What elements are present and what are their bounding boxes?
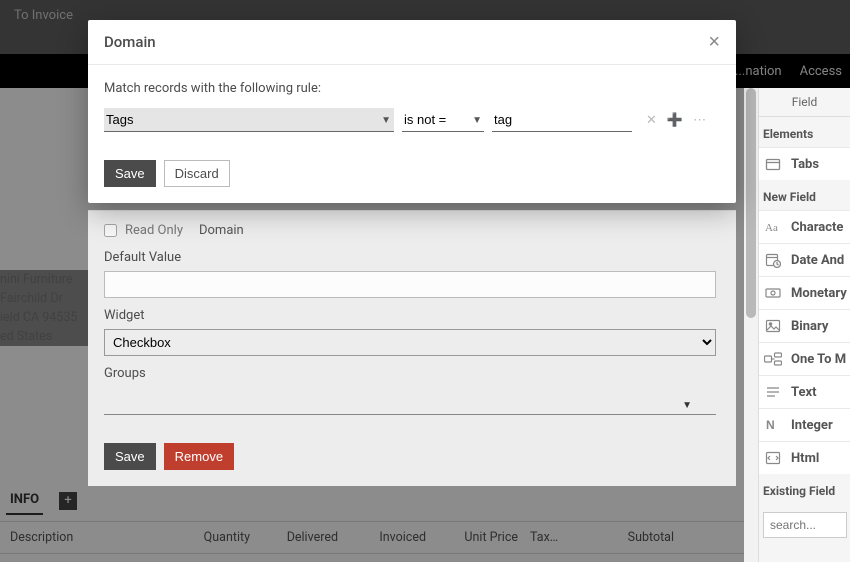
- existing-fields-search[interactable]: [763, 512, 847, 538]
- chevron-down-icon: ▼: [472, 115, 482, 126]
- svg-text:N: N: [766, 418, 775, 432]
- side-label-text: Text: [791, 385, 817, 400]
- character-icon: Aa: [763, 217, 783, 237]
- html-icon: [763, 448, 783, 468]
- svg-text:Aa: Aa: [765, 222, 778, 234]
- side-label-integer: Integer: [791, 418, 833, 433]
- save-properties-button[interactable]: Save: [104, 443, 156, 470]
- side-item-text[interactable]: Text: [759, 375, 850, 408]
- text-icon: [763, 382, 783, 402]
- delete-rule-icon[interactable]: ✕: [646, 113, 657, 128]
- side-label-html: Html: [791, 451, 819, 466]
- one-to-many-icon: [763, 349, 783, 369]
- col-description: Description: [4, 530, 174, 545]
- side-section-newfield: New Field: [759, 180, 850, 210]
- add-tab-button[interactable]: +: [59, 492, 77, 510]
- scrollbar[interactable]: [744, 88, 758, 562]
- plus-icon: +: [64, 493, 71, 508]
- bg-order-lines: INFO + Description Quantity Delivered In…: [0, 480, 758, 554]
- rule-intro: Match records with the following rule:: [104, 81, 720, 96]
- domain-field-input[interactable]: [104, 108, 394, 132]
- widget-label: Widget: [104, 308, 720, 323]
- chevron-down-icon[interactable]: ▼: [381, 115, 391, 126]
- default-value-input[interactable]: [104, 271, 716, 298]
- domain-text: Domain: [199, 223, 244, 238]
- modal-title: Domain: [104, 33, 156, 51]
- col-taxes: Tax…: [524, 530, 576, 545]
- side-item-one2many[interactable]: One To M: [759, 342, 850, 375]
- money-icon: [763, 283, 783, 303]
- side-label-monetary: Monetary: [791, 286, 847, 301]
- close-icon: ×: [708, 31, 720, 53]
- side-section-existing: Existing Field: [759, 474, 850, 504]
- groups-label: Groups: [104, 366, 720, 381]
- col-unit-price: Unit Price: [432, 530, 524, 545]
- side-label-dateand: Date And: [791, 253, 844, 268]
- chevron-down-icon[interactable]: ▼: [682, 400, 692, 411]
- side-section-elements: Elements: [759, 117, 850, 147]
- side-item-html[interactable]: Html: [759, 441, 850, 474]
- tabs-icon: [763, 154, 783, 174]
- side-label-o2m: One To M: [791, 352, 846, 367]
- integer-icon: N: [763, 415, 783, 435]
- add-rule-icon[interactable]: ➕: [667, 113, 683, 128]
- col-subtotal: Subtotal: [576, 530, 680, 545]
- studio-side-panel: Field Elements Tabs New Field Aa Charact…: [758, 88, 850, 562]
- readonly-checkbox[interactable]: [104, 224, 117, 237]
- side-item-binary[interactable]: Binary: [759, 309, 850, 342]
- side-label-tabs: Tabs: [791, 157, 819, 172]
- calendar-clock-icon: [763, 250, 783, 270]
- groups-input[interactable]: [104, 387, 716, 415]
- save-domain-button[interactable]: Save: [104, 160, 156, 187]
- domain-modal: Domain × Match records with the followin…: [88, 20, 736, 203]
- side-tab-field[interactable]: Field: [759, 88, 850, 117]
- domain-value-input[interactable]: [492, 108, 632, 132]
- domain-rule-row: ▼ is not = ▼ ✕ ➕ ⋯: [104, 108, 720, 132]
- col-invoiced: Invoiced: [344, 530, 432, 545]
- widget-select[interactable]: Checkbox: [104, 329, 716, 356]
- close-button[interactable]: ×: [708, 32, 720, 52]
- side-item-character[interactable]: Aa Characte: [759, 210, 850, 243]
- order-line-headers: Description Quantity Delivered Invoiced …: [0, 521, 758, 554]
- scrollbar-thumb[interactable]: [746, 88, 756, 318]
- bg-address: nini Furniture Fairchild Dr ield CA 9453…: [0, 270, 88, 346]
- side-label-binary: Binary: [791, 319, 828, 334]
- side-label-character: Characte: [791, 220, 843, 235]
- readonly-label: Read Only: [125, 223, 183, 238]
- side-item-tabs[interactable]: Tabs: [759, 147, 850, 180]
- side-item-monetary[interactable]: Monetary: [759, 276, 850, 309]
- image-icon: [763, 316, 783, 336]
- remove-field-button[interactable]: Remove: [164, 443, 234, 470]
- col-delivered: Delivered: [256, 530, 344, 545]
- tab-info[interactable]: INFO: [6, 486, 43, 515]
- side-item-dateand[interactable]: Date And: [759, 243, 850, 276]
- discard-domain-button[interactable]: Discard: [164, 160, 230, 187]
- field-properties-panel: Read Only Domain Default Value Widget Ch…: [88, 210, 736, 486]
- col-quantity: Quantity: [174, 530, 256, 545]
- default-value-label: Default Value: [104, 250, 720, 265]
- more-icon[interactable]: ⋯: [693, 113, 706, 128]
- side-item-integer[interactable]: N Integer: [759, 408, 850, 441]
